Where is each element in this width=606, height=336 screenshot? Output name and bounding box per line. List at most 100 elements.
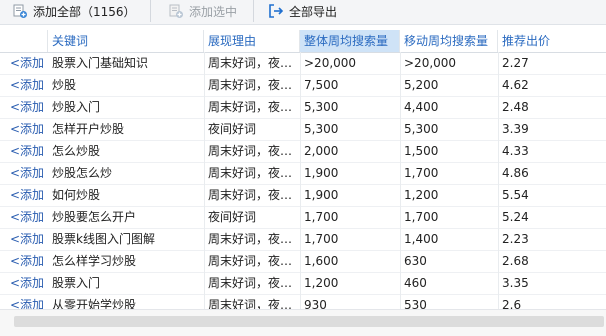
mobile-search-cell: 530 xyxy=(404,298,427,309)
header-keyword[interactable]: 关键词 xyxy=(48,30,204,52)
export-all-button[interactable]: 全部导出 xyxy=(268,0,337,22)
header-bid[interactable]: 推荐出价 xyxy=(498,30,606,52)
table-header: 关键词 展现理由 整体周均搜索量 移动周均搜索量 推荐出价 xyxy=(0,30,606,53)
overall-search-cell: >20,000 xyxy=(304,56,357,70)
column-divider xyxy=(204,52,205,309)
keyword-cell: 股票入门 xyxy=(52,276,101,290)
table-row: <添加 股票入门 周末好词，夜… 1,200 460 3.35 xyxy=(0,272,606,295)
toolbar-separator xyxy=(253,0,254,22)
keyword-table: 关键词 展现理由 整体周均搜索量 移动周均搜索量 推荐出价 <添加 股票入门基础知… xyxy=(0,30,606,309)
mobile-search-cell: 4,400 xyxy=(404,100,439,114)
add-link[interactable]: <添加 xyxy=(0,52,48,74)
add-selected-icon xyxy=(168,3,184,19)
reason-cell: 周末好词，夜… xyxy=(208,166,293,180)
add-link[interactable]: <添加 xyxy=(0,96,48,118)
add-link[interactable]: <添加 xyxy=(0,250,48,272)
header-mobile-search[interactable]: 移动周均搜索量 xyxy=(400,30,498,52)
add-link[interactable]: <添加 xyxy=(0,162,48,184)
bid-cell: 2.48 xyxy=(502,100,529,114)
table-row: <添加 炒股要怎么开户 夜间好词 1,700 1,700 5.24 xyxy=(0,206,606,229)
horizontal-scrollbar[interactable] xyxy=(0,309,606,336)
table-row: <添加 怎样开户炒股 夜间好词 5,300 5,300 3.39 xyxy=(0,118,606,141)
mobile-search-cell: 1,400 xyxy=(404,232,439,246)
add-link[interactable]: <添加 xyxy=(0,272,48,294)
reason-cell: 周末好词，夜… xyxy=(208,188,293,202)
bid-cell: 2.6 xyxy=(502,298,522,309)
mobile-search-cell: 1,700 xyxy=(404,210,439,224)
bid-cell: 4.62 xyxy=(502,78,529,92)
mobile-search-cell: 1,200 xyxy=(404,188,439,202)
bid-cell: 4.33 xyxy=(502,144,529,158)
keyword-cell: 股票k线图入门图解 xyxy=(52,232,155,246)
add-all-label: 添加全部（1156） xyxy=(33,4,136,19)
header-overall-search[interactable]: 整体周均搜索量 xyxy=(300,30,400,52)
add-link[interactable]: <添加 xyxy=(0,294,48,309)
toolbar: 添加全部（1156） 添加选中 全部导出 xyxy=(0,0,606,25)
mobile-search-cell: 5,200 xyxy=(404,78,439,92)
column-divider xyxy=(400,52,401,309)
reason-cell: 夜间好词 xyxy=(208,210,257,224)
export-icon xyxy=(268,3,284,19)
table-row: <添加 炒股 周末好词，夜… 7,500 5,200 4.62 xyxy=(0,74,606,97)
overall-search-cell: 930 xyxy=(304,298,327,309)
column-divider xyxy=(300,52,301,309)
add-link[interactable]: <添加 xyxy=(0,206,48,228)
reason-cell: 夜间好词 xyxy=(208,122,257,136)
overall-search-cell: 7,500 xyxy=(304,78,339,92)
add-link[interactable]: <添加 xyxy=(0,118,48,140)
add-link[interactable]: <添加 xyxy=(0,184,48,206)
bid-cell: 4.86 xyxy=(502,166,529,180)
overall-search-cell: 5,300 xyxy=(304,100,339,114)
keyword-cell: 炒股入门 xyxy=(52,100,101,114)
reason-cell: 周末好词，夜… xyxy=(208,144,293,158)
bid-cell: 3.39 xyxy=(502,122,529,136)
scrollbar-thumb[interactable] xyxy=(14,316,604,327)
bid-cell: 5.24 xyxy=(502,210,529,224)
column-divider xyxy=(498,52,499,309)
bid-cell: 5.54 xyxy=(502,188,529,202)
table-row: <添加 股票入门基础知识 周末好词，夜… >20,000 >20,000 2.27 xyxy=(0,52,606,75)
overall-search-cell: 2,000 xyxy=(304,144,339,158)
header-add-column xyxy=(0,30,48,52)
keyword-cell: 炒股要怎么开户 xyxy=(52,210,137,224)
reason-cell: 周末好词，夜… xyxy=(208,254,293,268)
keyword-cell: 怎么样学习炒股 xyxy=(52,254,137,268)
bid-cell: 2.27 xyxy=(502,56,529,70)
add-link[interactable]: <添加 xyxy=(0,74,48,96)
reason-cell: 周末好词，夜… xyxy=(208,56,293,70)
table-row: <添加 从零开始学炒股 周末好词，夜… 930 530 2.6 xyxy=(0,294,606,309)
add-all-button[interactable]: 添加全部（1156） xyxy=(12,0,136,22)
table-row: <添加 怎么炒股 周末好词，夜… 2,000 1,500 4.33 xyxy=(0,140,606,163)
add-link[interactable]: <添加 xyxy=(0,140,48,162)
keyword-cell: 炒股 xyxy=(52,78,77,92)
table-row: <添加 炒股怎么炒 周末好词，夜… 1,900 1,700 4.86 xyxy=(0,162,606,185)
overall-search-cell: 1,700 xyxy=(304,232,339,246)
bid-cell: 2.23 xyxy=(502,232,529,246)
overall-search-cell: 1,700 xyxy=(304,210,339,224)
mobile-search-cell: 1,700 xyxy=(404,166,439,180)
mobile-search-cell: 630 xyxy=(404,254,427,268)
reason-cell: 周末好词，夜… xyxy=(208,232,293,246)
bid-cell: 2.68 xyxy=(502,254,529,268)
overall-search-cell: 1,200 xyxy=(304,276,339,290)
export-all-label: 全部导出 xyxy=(289,4,338,19)
keyword-cell: 如何炒股 xyxy=(52,188,101,202)
overall-search-cell: 1,600 xyxy=(304,254,339,268)
overall-search-cell: 1,900 xyxy=(304,188,339,202)
keyword-cell: 炒股怎么炒 xyxy=(52,166,113,180)
mobile-search-cell: 1,500 xyxy=(404,144,439,158)
mobile-search-cell: 460 xyxy=(404,276,427,290)
keyword-cell: 股票入门基础知识 xyxy=(52,56,149,70)
bid-cell: 3.35 xyxy=(502,276,529,290)
reason-cell: 周末好词，夜… xyxy=(208,298,293,309)
keyword-cell: 怎样开户炒股 xyxy=(52,122,125,136)
add-link[interactable]: <添加 xyxy=(0,228,48,250)
table-row: <添加 炒股入门 周末好词，夜… 5,300 4,400 2.48 xyxy=(0,96,606,119)
mobile-search-cell: 5,300 xyxy=(404,122,439,136)
header-overall-search-label: 整体周均搜索量 xyxy=(304,34,389,48)
keyword-cell: 怎么炒股 xyxy=(52,144,101,158)
add-selected-button[interactable]: 添加选中 xyxy=(168,0,237,22)
header-reason[interactable]: 展现理由 xyxy=(204,30,300,52)
add-selected-label: 添加选中 xyxy=(189,4,238,19)
toolbar-separator xyxy=(150,0,151,22)
